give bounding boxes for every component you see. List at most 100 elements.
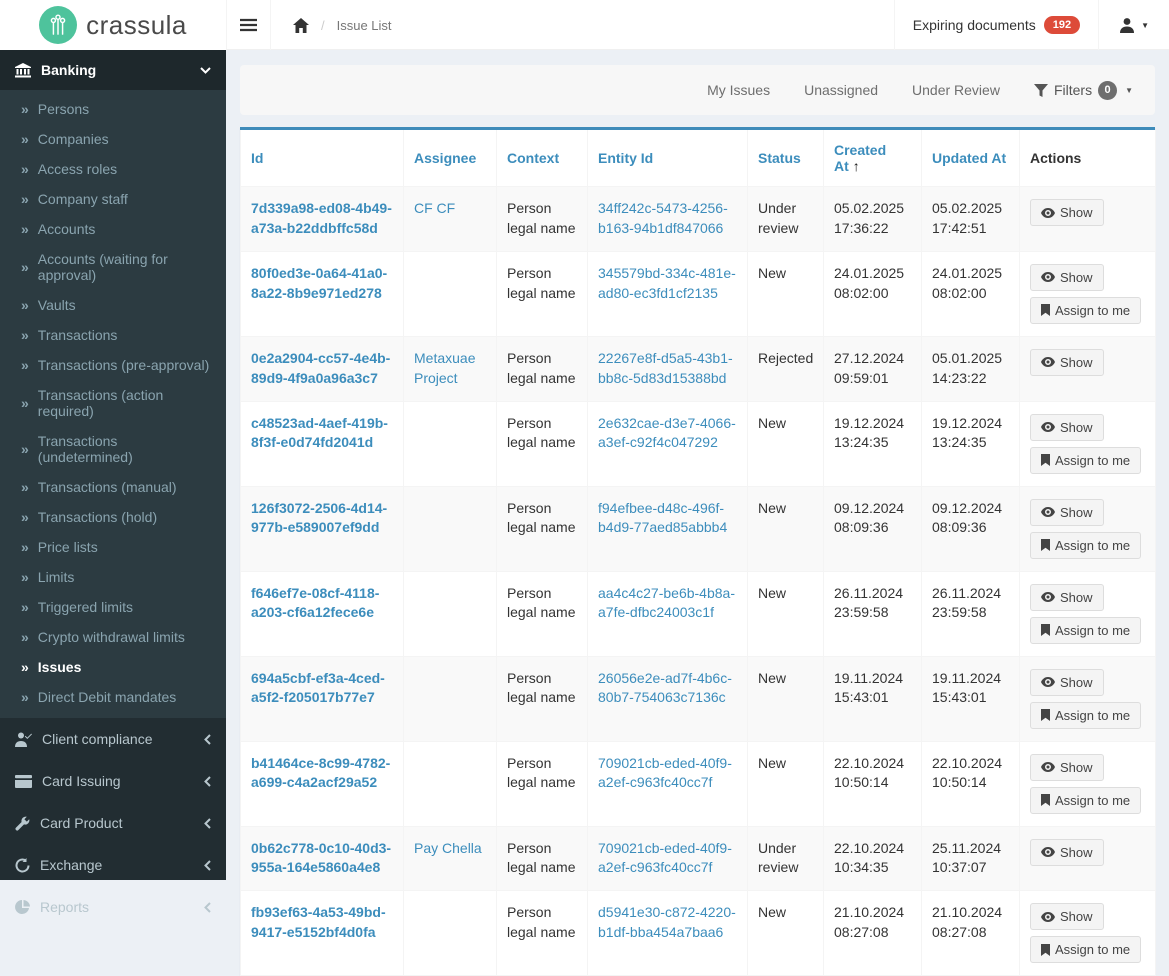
issue-id-link[interactable]: fb93ef63-4a53-49bd-9417-e5152bf4d0fa (251, 904, 386, 940)
assign-to-me-button[interactable]: Assign to me (1030, 531, 1142, 559)
angle-double-right-icon: » (21, 569, 29, 585)
sidebar-item-company-staff[interactable]: » Company staff (0, 184, 226, 214)
expiring-documents-link[interactable]: Expiring documents 192 (893, 0, 1098, 50)
issue-id-link[interactable]: 0b62c778-0c10-40d3-955a-164e5860a4e8 (251, 840, 391, 876)
issue-id-link[interactable]: f646ef7e-08cf-4118-a203-cf6a12fece6e (251, 585, 379, 621)
issue-id-link[interactable]: 694a5cbf-ef3a-4ced-a5f2-f205017b77e7 (251, 670, 385, 706)
entity-id-link[interactable]: 709021cb-eded-40f9-a2ef-c963fc40cc7f (598, 755, 732, 791)
column-header-context[interactable]: Context (496, 130, 588, 187)
issue-id-link[interactable]: 126f3072-2506-4d14-977b-e589007ef9dd (251, 500, 387, 536)
entity-id-link[interactable]: f94efbee-d48c-496f-b4d9-77aed85abbb4 (598, 500, 727, 536)
angle-double-right-icon: » (21, 659, 29, 675)
show-button[interactable]: Show (1030, 903, 1104, 931)
sidebar-item-companies[interactable]: » Companies (0, 124, 226, 154)
assign-to-me-button[interactable]: Assign to me (1030, 936, 1142, 964)
created-at-text: 22.10.2024 10:50:14 (834, 754, 905, 791)
sidebar-item-persons[interactable]: » Persons (0, 94, 226, 124)
filter-link-my-issues[interactable]: My Issues (707, 82, 770, 98)
sidebar-item-transactions[interactable]: » Transactions (0, 320, 226, 350)
show-button[interactable]: Show (1030, 263, 1104, 291)
main-content: My Issues Unassigned Under Review Filter… (226, 50, 1169, 976)
angle-double-right-icon: » (21, 629, 29, 645)
filter-link-unassigned[interactable]: Unassigned (804, 82, 878, 98)
column-header-assignee[interactable]: Assignee (403, 130, 497, 187)
user-menu-button[interactable]: ▼ (1098, 0, 1169, 50)
show-button[interactable]: Show (1030, 199, 1104, 226)
sidebar-item-label: Issues (37, 659, 82, 675)
sidebar-item-transactions-pre-approval[interactable]: » Transactions (pre-approval) (0, 350, 226, 380)
column-header-updated-at[interactable]: Updated At (921, 130, 1020, 187)
entity-id-link[interactable]: 345579bd-334c-481e-ad80-ec3fd1cf2135 (598, 265, 736, 301)
sidebar-section-reports[interactable]: Reports (0, 886, 226, 928)
column-header-status[interactable]: Status (747, 130, 824, 187)
status-text: Under review (758, 200, 799, 236)
brand-logo[interactable]: crassula (0, 0, 226, 50)
sidebar-item-crypto-withdrawal-limits[interactable]: » Crypto withdrawal limits (0, 622, 226, 652)
entity-id-link[interactable]: 2e632cae-d3e7-4066-a3ef-c92f4c047292 (598, 415, 736, 451)
sidebar-item-vaults[interactable]: » Vaults (0, 290, 226, 320)
sidebar-item-transactions-hold[interactable]: » Transactions (hold) (0, 502, 226, 532)
updated-at-text: 21.10.2024 08:27:08 (932, 904, 1003, 941)
filter-funnel-icon (1033, 83, 1048, 97)
entity-id-link[interactable]: 709021cb-eded-40f9-a2ef-c963fc40cc7f (598, 840, 732, 876)
sidebar-item-price-lists[interactable]: » Price lists (0, 532, 226, 562)
assignee-link[interactable]: Pay Chella (414, 840, 482, 856)
assign-to-me-button[interactable]: Assign to me (1030, 786, 1142, 814)
entity-id-link[interactable]: 34ff242c-5473-4256-b163-94b1df847066 (598, 200, 728, 236)
show-button[interactable]: Show (1030, 753, 1104, 781)
column-header-id[interactable]: Id (240, 130, 404, 187)
sidebar-item-label: Accounts (37, 221, 96, 237)
sidebar-item-issues[interactable]: » Issues (0, 652, 226, 682)
sidebar-item-direct-debit-mandates[interactable]: » Direct Debit mandates (0, 682, 226, 712)
entity-id-link[interactable]: aa4c4c27-be6b-4b8a-a7fe-dfbc24003c1f (598, 585, 735, 621)
home-icon[interactable] (293, 17, 309, 33)
filters-dropdown-button[interactable]: Filters 0 ▼ (1033, 80, 1133, 100)
sidebar-item-triggered-limits[interactable]: » Triggered limits (0, 592, 226, 622)
updated-at-text: 09.12.2024 08:09:36 (932, 499, 1003, 536)
sort-asc-icon: ↑ (852, 158, 860, 174)
column-header-entity-id[interactable]: Entity Id (587, 130, 748, 187)
sidebar-item-limits[interactable]: » Limits (0, 562, 226, 592)
sidebar-item-transactions-undetermined[interactable]: » Transactions (undetermined) (0, 426, 226, 472)
issues-table-box: Id Assignee Context Entity Id Status Cre… (240, 127, 1156, 976)
column-header-actions: Actions (1019, 130, 1156, 187)
issue-id-link[interactable]: b41464ce-8c99-4782-a699-c4a2acf29a52 (251, 755, 390, 791)
show-button[interactable]: Show (1030, 498, 1104, 526)
sidebar-section-client-compliance[interactable]: Client compliance (0, 718, 226, 760)
sidebar-item-transactions-action-required[interactable]: » Transactions (action required) (0, 380, 226, 426)
sidebar-toggle-button[interactable] (226, 0, 270, 50)
column-header-created-at[interactable]: Created At ↑ (823, 130, 922, 187)
filter-link-under-review[interactable]: Under Review (912, 82, 1000, 98)
sidebar-item-transactions-manual[interactable]: » Transactions (manual) (0, 472, 226, 502)
show-button[interactable]: Show (1030, 838, 1104, 866)
sidebar-item-label: Transactions (undetermined) (37, 433, 133, 465)
issue-id-link[interactable]: 7d339a98-ed08-4b49-a73a-b22ddbffc58d (251, 200, 392, 236)
show-button[interactable]: Show (1030, 348, 1104, 376)
issue-id-link[interactable]: c48523ad-4aef-419b-8f3f-e0d74fd2041d (251, 415, 388, 451)
eye-icon (1041, 357, 1055, 368)
entity-id-link[interactable]: d5941e30-c872-4220-b1df-bba454a7baa6 (598, 904, 736, 940)
show-button[interactable]: Show (1030, 583, 1104, 611)
sidebar-item-accounts-waiting[interactable]: » Accounts (waiting for approval) (0, 244, 226, 290)
assignee-link[interactable]: Metaxuae Project (414, 350, 475, 386)
brand-name: crassula (86, 9, 187, 40)
show-button[interactable]: Show (1030, 413, 1104, 441)
issue-id-link[interactable]: 0e2a2904-cc57-4e4b-89d9-4f9a0a96a3c7 (251, 350, 390, 386)
chevron-left-icon (204, 901, 211, 913)
assign-to-me-button[interactable]: Assign to me (1030, 701, 1142, 729)
sidebar-item-accounts[interactable]: » Accounts (0, 214, 226, 244)
bookmark-icon (1041, 624, 1050, 636)
entity-id-link[interactable]: 22267e8f-d5a5-43b1-bb8c-5d83d15388bd (598, 350, 733, 386)
assign-to-me-button[interactable]: Assign to me (1030, 446, 1142, 474)
sidebar-section-banking[interactable]: Banking (0, 50, 226, 90)
breadcrumb-separator: / (321, 17, 325, 33)
assign-to-me-button[interactable]: Assign to me (1030, 616, 1142, 644)
sidebar-section-card-issuing[interactable]: Card Issuing (0, 760, 226, 802)
assignee-link[interactable]: CF CF (414, 200, 455, 216)
sidebar-item-access-roles[interactable]: » Access roles (0, 154, 226, 184)
issue-id-link[interactable]: 80f0ed3e-0a64-41a0-8a22-8b9e971ed278 (251, 265, 387, 301)
assign-to-me-button[interactable]: Assign to me (1030, 296, 1142, 324)
entity-id-link[interactable]: 26056e2e-ad7f-4b6c-80b7-754063c7136c (598, 670, 732, 706)
show-button[interactable]: Show (1030, 668, 1104, 696)
sidebar-section-card-product[interactable]: Card Product (0, 802, 226, 844)
